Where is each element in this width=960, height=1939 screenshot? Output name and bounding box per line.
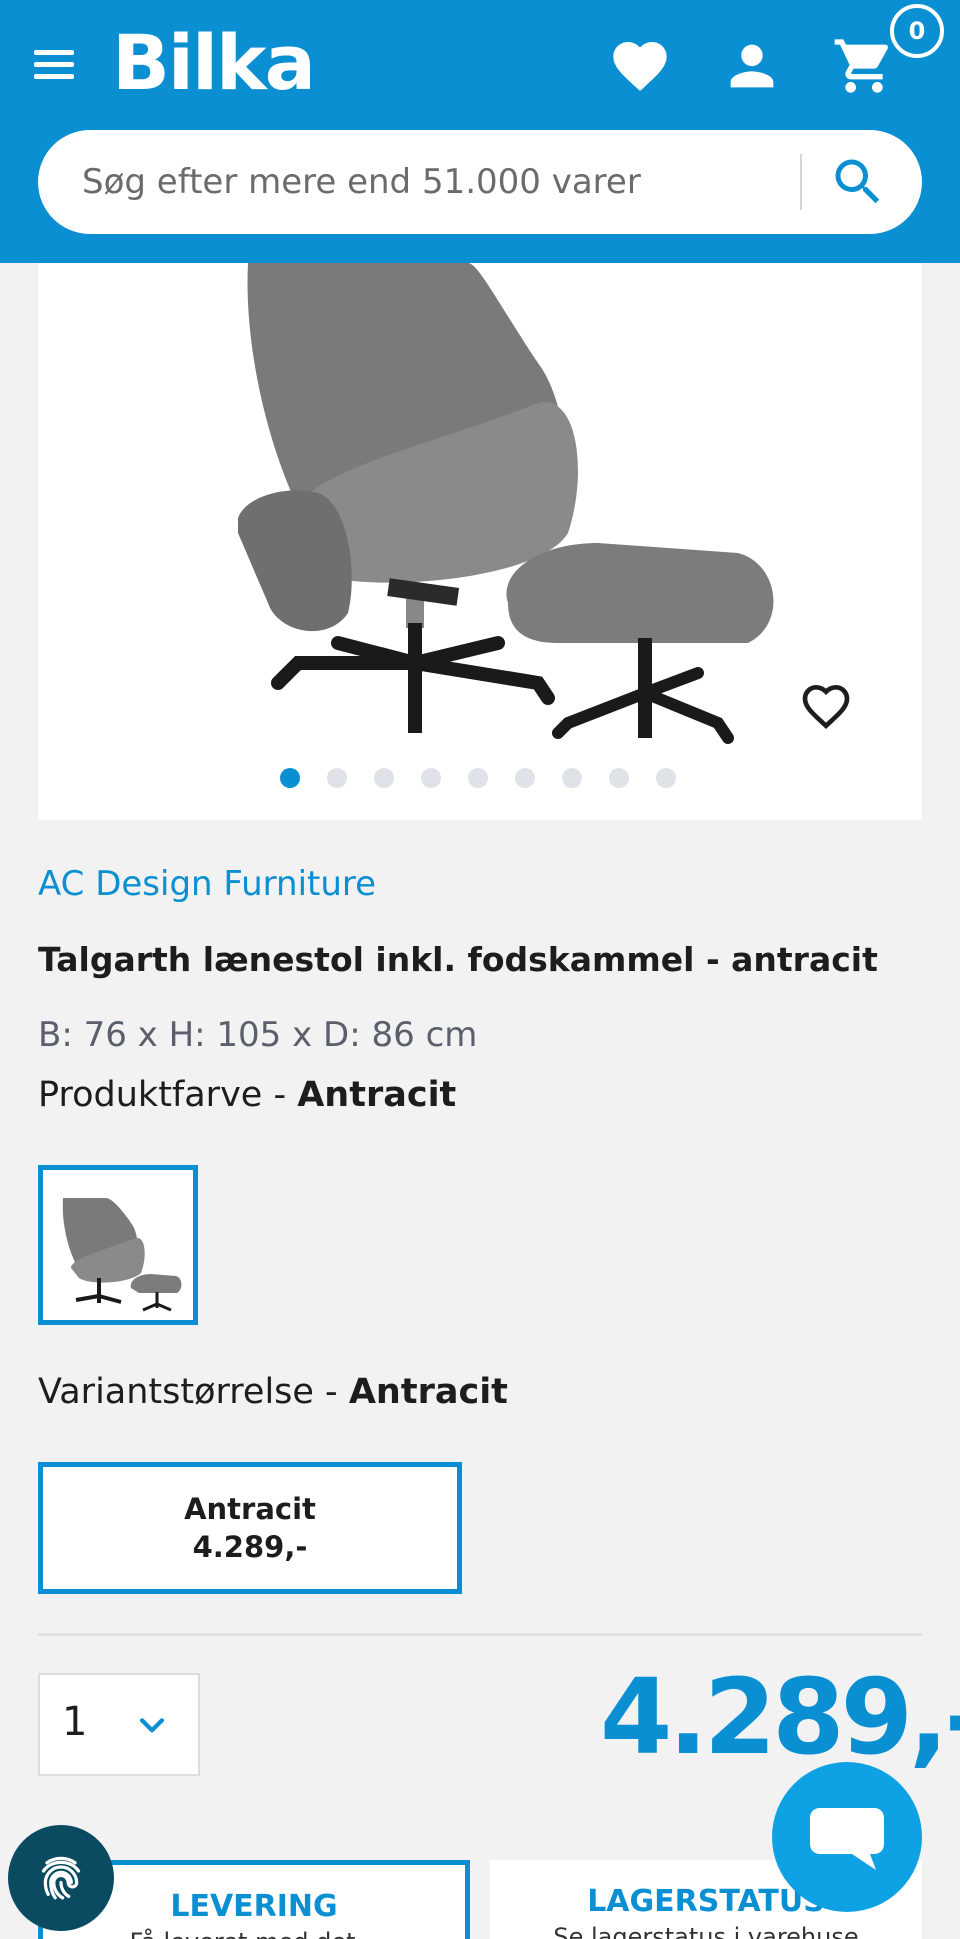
gallery-dot-9[interactable] — [656, 768, 676, 788]
tab-levering-subtext: Få leveret med det... — [43, 1928, 465, 1939]
product-color-label: Produktfarve - — [38, 1075, 298, 1115]
product-color-value: Antracit — [297, 1075, 457, 1115]
gallery-dot-4[interactable] — [421, 768, 441, 788]
swatch-thumbnail — [51, 1178, 185, 1312]
gallery-dot-3[interactable] — [374, 768, 394, 788]
divider — [38, 1633, 922, 1636]
product-dimensions: B: 76 x H: 105 x D: 86 cm — [38, 1015, 478, 1055]
variant-size-value: Antracit — [348, 1372, 508, 1412]
tab-lagerstatus-subtext: Se lagerstatus i varehuse — [553, 1923, 859, 1939]
variant-size-line: Variantstørrelse - Antracit — [38, 1372, 508, 1412]
gallery-dot-8[interactable] — [609, 768, 629, 788]
chat-button[interactable] — [772, 1762, 922, 1912]
variant-size-label: Variantstørrelse - — [38, 1372, 349, 1412]
chevron-down-icon — [139, 1718, 165, 1733]
gallery-dot-1[interactable] — [280, 768, 300, 788]
gallery-dot-5[interactable] — [468, 768, 488, 788]
menu-icon[interactable] — [30, 44, 80, 84]
product-brand-link[interactable]: AC Design Furniture — [38, 864, 376, 904]
user-icon[interactable] — [720, 34, 784, 98]
product-image[interactable] — [238, 263, 838, 763]
cart-icon[interactable] — [832, 34, 896, 98]
header: Bilka 0 — [0, 0, 960, 263]
fingerprint-button[interactable] — [8, 1825, 114, 1931]
variant-option-button[interactable]: Antracit 4.289,- — [38, 1462, 462, 1594]
cart-count-badge: 0 — [890, 4, 944, 58]
variant-option-name: Antracit — [184, 1492, 316, 1526]
variant-option-price: 4.289,- — [192, 1530, 308, 1564]
bilka-logo[interactable]: Bilka — [112, 18, 316, 108]
search-input[interactable] — [82, 152, 802, 212]
product-title: Talgarth lænestol inkl. fodskammel - ant… — [38, 940, 878, 979]
product-color-line: Produktfarve - Antracit — [38, 1075, 456, 1115]
color-swatch-antracit[interactable] — [38, 1165, 198, 1325]
search-bar — [38, 130, 922, 234]
search-divider — [800, 154, 802, 210]
gallery-dot-2[interactable] — [327, 768, 347, 788]
search-icon[interactable] — [828, 152, 888, 212]
product-gallery[interactable] — [38, 263, 922, 820]
gallery-dot-7[interactable] — [562, 768, 582, 788]
product-price: 4.289,- — [600, 1656, 960, 1778]
quantity-value: 1 — [62, 1699, 88, 1745]
gallery-pagination — [38, 768, 922, 798]
fingerprint-icon — [41, 1856, 81, 1900]
quantity-select[interactable]: 1 — [38, 1673, 200, 1776]
wishlist-heart-icon[interactable] — [608, 34, 672, 98]
favorite-heart-icon[interactable] — [798, 678, 858, 734]
gallery-dot-6[interactable] — [515, 768, 535, 788]
chat-icon — [810, 1808, 884, 1870]
